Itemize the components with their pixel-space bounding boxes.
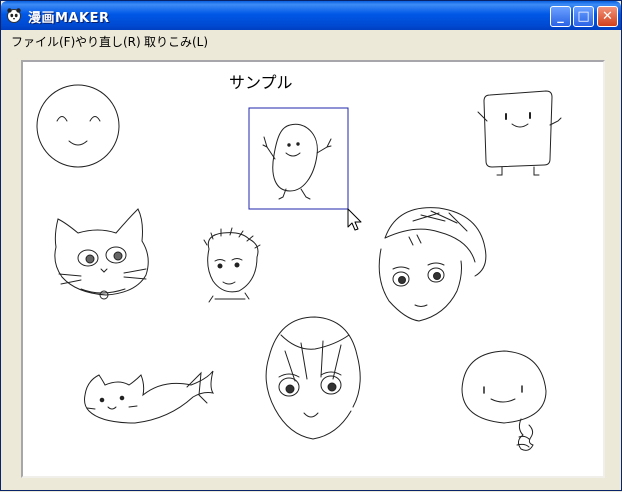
app-window: 漫画MAKER _ □ ✕ ファイル(F) やり直し(R) 取りこみ(L) サン…: [0, 0, 622, 491]
whale-cat-drawing[interactable]: [84, 370, 215, 424]
cat-face-drawing[interactable]: [54, 208, 149, 300]
sample-drawings: [36, 84, 562, 451]
anime-girl-drawing[interactable]: [265, 316, 361, 440]
bean-character-drawing[interactable]: [262, 123, 332, 200]
boy-face-drawing[interactable]: [203, 227, 261, 303]
selection-box[interactable]: [248, 107, 349, 210]
round-face-drawing[interactable]: [36, 84, 120, 168]
box-creature-drawing[interactable]: [477, 90, 562, 176]
mouse-pointer-icon: [347, 208, 362, 231]
girl-beanie-drawing[interactable]: [378, 207, 487, 322]
blob-ghost-drawing[interactable]: [461, 350, 547, 451]
